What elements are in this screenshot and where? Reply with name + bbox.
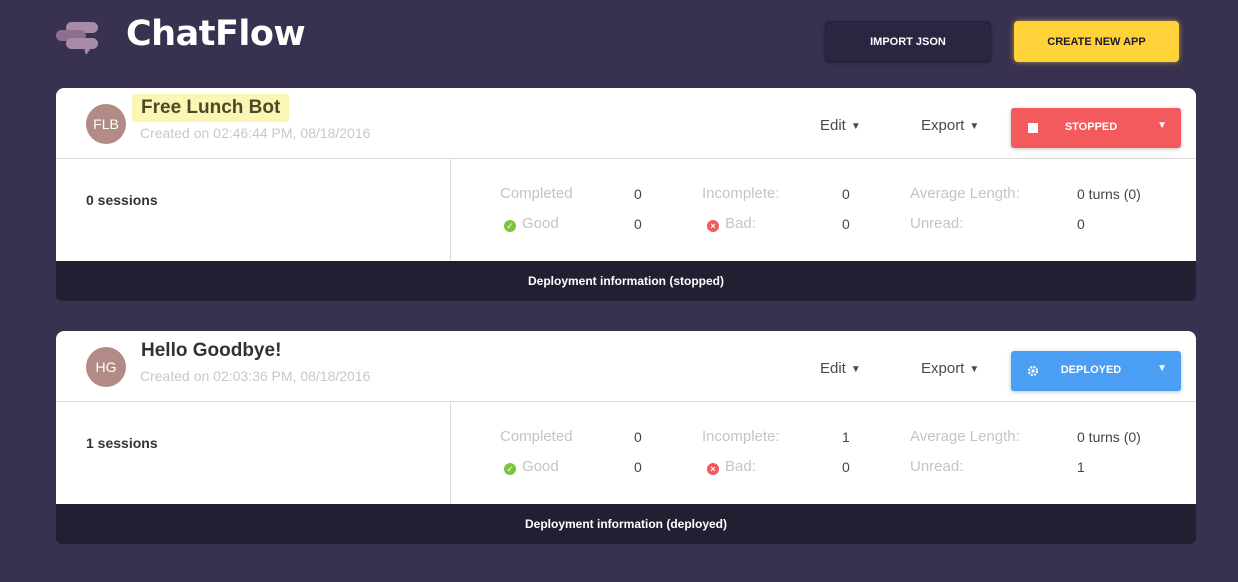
divider (450, 402, 451, 504)
app-card: HG Hello Goodbye! Created on 02:03:36 PM… (56, 331, 1196, 544)
check-circle-icon: ✓ (504, 463, 516, 475)
average-length-value: 0 turns (0) (1077, 429, 1141, 445)
status-stopped-button[interactable]: STOPPED ▼ (1011, 108, 1181, 148)
incomplete-label: Incomplete: (702, 185, 780, 202)
completed-value: 0 (634, 186, 642, 202)
caret-down-icon: ▼ (850, 364, 861, 375)
avatar: HG (86, 347, 126, 387)
deployment-info-toggle[interactable]: Deployment information (stopped) (56, 261, 1196, 301)
x-circle-icon: × (707, 220, 719, 232)
edit-label: Edit (820, 117, 846, 134)
unread-value: 0 (1077, 216, 1085, 232)
top-header: ChatFlow IMPORT JSON CREATE NEW APP (0, 0, 1238, 84)
good-stat: ✓ Good (504, 458, 559, 475)
average-length-value: 0 turns (0) (1077, 186, 1141, 202)
export-label: Export (921, 360, 965, 377)
avatar: FLB (86, 104, 126, 144)
edit-menu[interactable]: Edit ▼ (820, 117, 861, 134)
deployment-info-toggle[interactable]: Deployment information (deployed) (56, 504, 1196, 544)
bad-label: Bad: (725, 215, 756, 232)
incomplete-value: 1 (842, 429, 850, 445)
x-circle-icon: × (707, 463, 719, 475)
caret-down-icon: ▼ (850, 121, 861, 132)
dropdown-caret-icon[interactable]: ▼ (1157, 120, 1167, 131)
edit-menu[interactable]: Edit ▼ (820, 360, 861, 377)
good-label: Good (522, 215, 559, 232)
caret-down-icon: ▼ (969, 364, 980, 375)
completed-label: Completed (500, 185, 573, 202)
export-label: Export (921, 117, 965, 134)
app-name[interactable]: Free Lunch Bot (132, 94, 290, 122)
sessions-count: 1 sessions (86, 435, 158, 451)
import-json-button[interactable]: IMPORT JSON (825, 21, 991, 62)
bad-stat: × Bad: (707, 458, 756, 475)
good-label: Good (522, 458, 559, 475)
export-menu[interactable]: Export ▼ (921, 117, 979, 134)
good-stat: ✓ Good (504, 215, 559, 232)
chat-bubbles-logo-icon (56, 22, 98, 55)
status-label: DEPLOYED (1060, 364, 1122, 376)
completed-value: 0 (634, 429, 642, 445)
divider (450, 159, 451, 261)
bad-label: Bad: (725, 458, 756, 475)
bad-value: 0 (842, 216, 850, 232)
create-new-app-button[interactable]: CREATE NEW APP (1014, 21, 1179, 62)
app-name[interactable]: Hello Goodbye! (132, 337, 290, 365)
brand-name: ChatFlow (126, 14, 306, 54)
incomplete-label: Incomplete: (702, 428, 780, 445)
check-circle-icon: ✓ (504, 220, 516, 232)
bad-value: 0 (842, 459, 850, 475)
created-timestamp: Created on 02:46:44 PM, 08/18/2016 (140, 125, 371, 141)
unread-label: Unread: (910, 458, 964, 475)
average-length-label: Average Length: (910, 428, 1020, 445)
caret-down-icon: ▼ (969, 121, 980, 132)
bad-stat: × Bad: (707, 215, 756, 232)
export-menu[interactable]: Export ▼ (921, 360, 979, 377)
unread-value: 1 (1077, 459, 1085, 475)
sessions-count: 0 sessions (86, 192, 158, 208)
app-card: FLB Free Lunch Bot Created on 02:46:44 P… (56, 88, 1196, 301)
incomplete-value: 0 (842, 186, 850, 202)
unread-label: Unread: (910, 215, 964, 232)
average-length-label: Average Length: (910, 185, 1020, 202)
created-timestamp: Created on 02:03:36 PM, 08/18/2016 (140, 368, 371, 384)
good-value: 0 (634, 216, 642, 232)
completed-label: Completed (500, 428, 573, 445)
status-deployed-button[interactable]: DEPLOYED ▼ (1011, 351, 1181, 391)
edit-label: Edit (820, 360, 846, 377)
status-label: STOPPED (1064, 121, 1118, 133)
dropdown-caret-icon[interactable]: ▼ (1157, 363, 1167, 374)
good-value: 0 (634, 459, 642, 475)
